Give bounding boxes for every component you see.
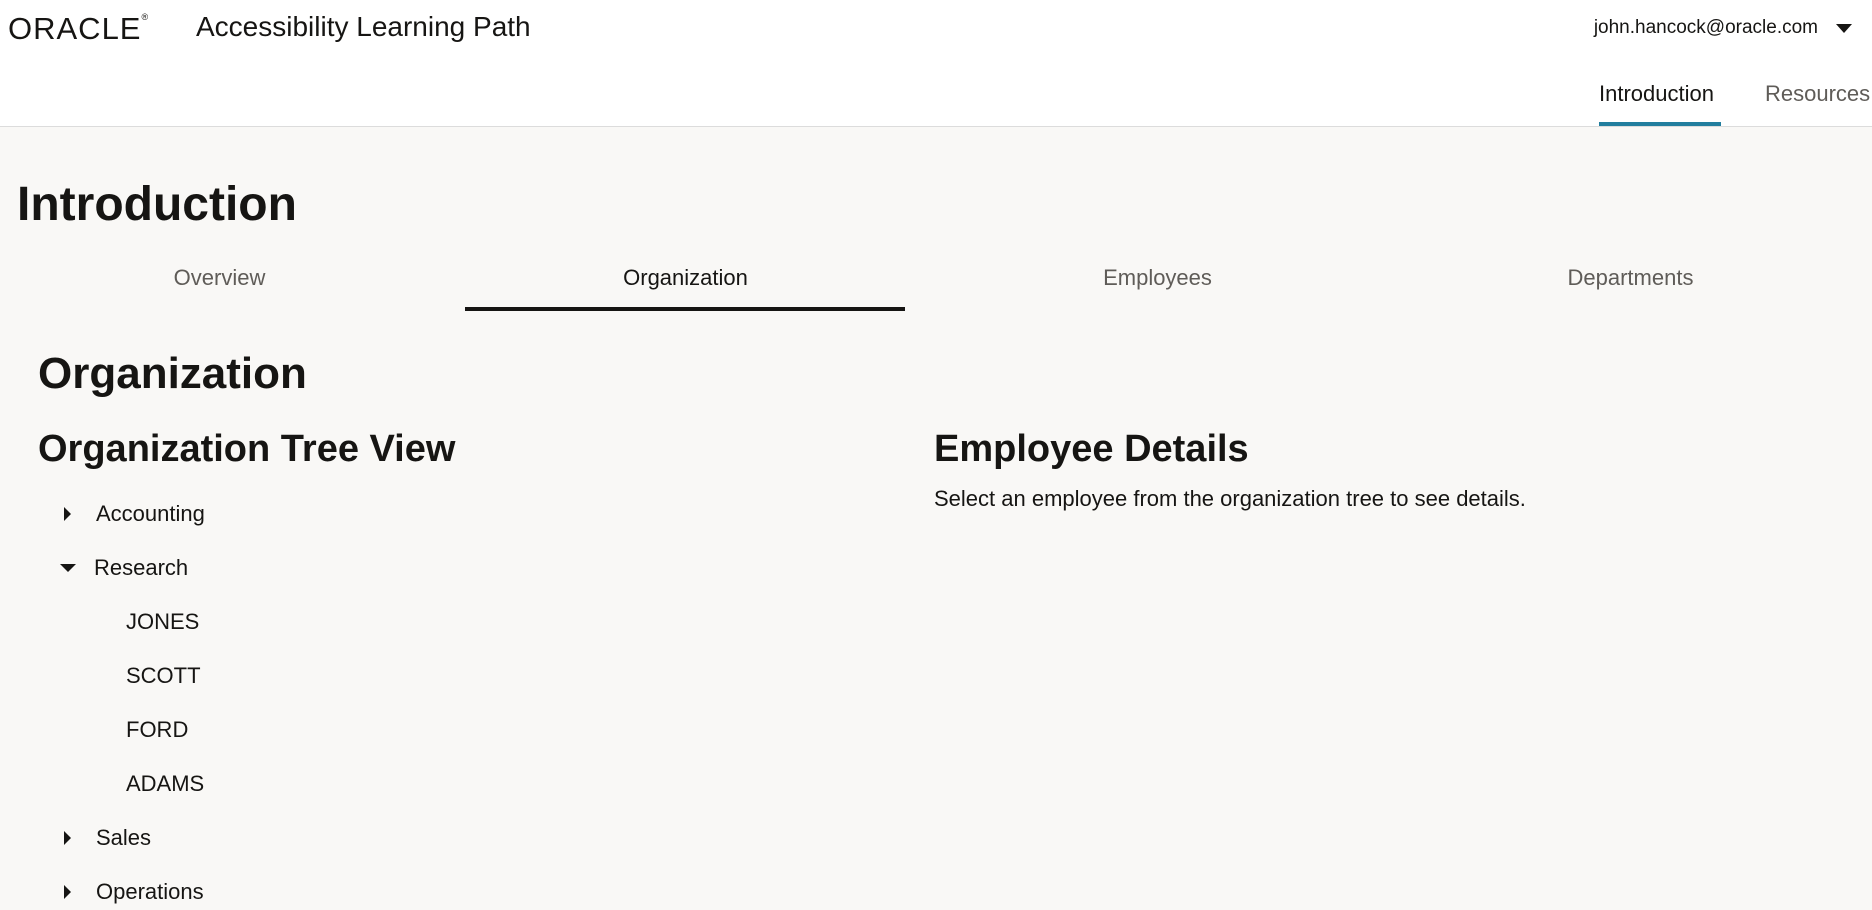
- tree-node-sales[interactable]: Sales: [60, 820, 151, 856]
- tree-leaf-scott[interactable]: SCOTT: [126, 658, 201, 694]
- employee-details-heading: Employee Details: [934, 428, 1249, 470]
- tree-node-research[interactable]: Research: [60, 550, 188, 586]
- tab-overview[interactable]: Overview: [0, 256, 439, 313]
- tree-leaf-label: ADAMS: [126, 771, 205, 796]
- tree-node-label: Sales: [96, 825, 152, 850]
- tree-leaf-ford[interactable]: FORD: [126, 712, 188, 748]
- subtab-bar: Overview Organization Employees Departme…: [0, 256, 1872, 313]
- tree-node-accounting[interactable]: Accounting: [60, 496, 205, 532]
- tree-view-heading: Organization Tree View: [38, 428, 456, 470]
- user-menu-button[interactable]: john.hancock@oracle.com: [1594, 16, 1852, 40]
- tab-organization[interactable]: Organization: [466, 256, 905, 313]
- employee-details-placeholder: Select an employee from the organization…: [934, 486, 1526, 511]
- user-email: john.hancock@oracle.com: [1593, 17, 1818, 38]
- page-title: Introduction: [17, 178, 297, 231]
- tab-employees[interactable]: Employees: [938, 256, 1377, 313]
- chevron-down-icon: [1836, 23, 1852, 33]
- caret-right-icon: [64, 885, 71, 899]
- app-header: ORACLE® Accessibility Learning Path john…: [0, 0, 1872, 127]
- tree-leaf-label: JONES: [126, 609, 200, 634]
- nav-tab-resources[interactable]: Resources: [1765, 80, 1870, 108]
- tree-leaf-label: FORD: [126, 717, 189, 742]
- logo-text: ORACLE: [8, 11, 142, 46]
- caret-right-icon: [64, 831, 71, 845]
- tab-departments[interactable]: Departments: [1411, 256, 1850, 313]
- tree-node-operations[interactable]: Operations: [60, 874, 204, 910]
- nav-tab-introduction[interactable]: Introduction: [1599, 80, 1714, 108]
- oracle-logo: ORACLE®: [8, 11, 149, 46]
- subtab-active-indicator: [465, 307, 905, 311]
- tree-node-label: Operations: [96, 879, 204, 904]
- tree-node-label: Research: [94, 555, 189, 580]
- tree-leaf-label: SCOTT: [126, 663, 201, 688]
- tree-leaf-adams[interactable]: ADAMS: [126, 766, 204, 802]
- nav-active-indicator: [1599, 122, 1721, 126]
- section-title: Organization: [38, 349, 307, 398]
- caret-right-icon: [64, 507, 71, 521]
- tree-node-label: Accounting: [96, 501, 205, 526]
- caret-down-icon: [60, 564, 76, 572]
- tree-leaf-jones[interactable]: JONES: [126, 604, 199, 640]
- logo-registered-mark: ®: [141, 12, 149, 22]
- app-title: Accessibility Learning Path: [196, 11, 531, 42]
